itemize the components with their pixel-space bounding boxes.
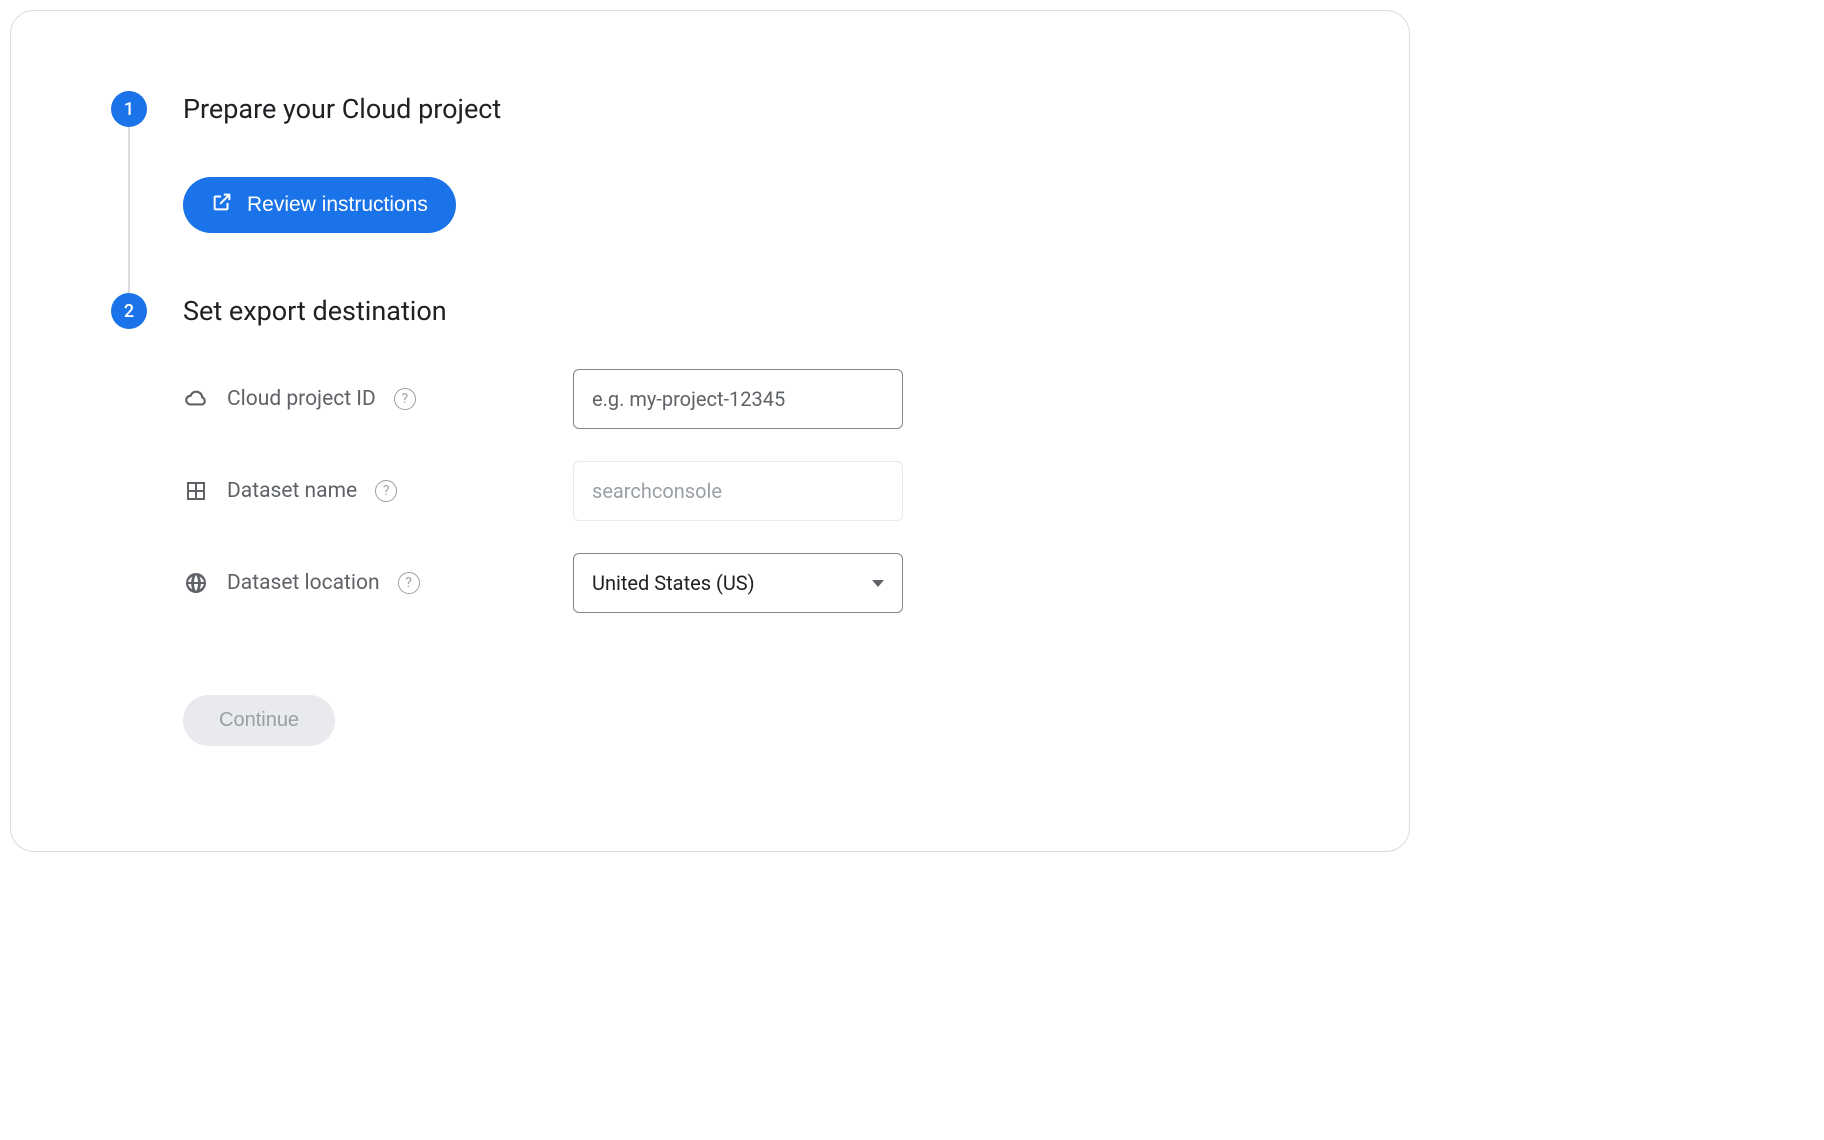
dataset-location-select[interactable]: United States (US)	[573, 553, 903, 613]
step-1: 1 Prepare your Cloud project Review inst…	[111, 91, 1309, 293]
grid-icon	[183, 478, 209, 504]
row-dataset-name: Dataset name ?	[183, 461, 1309, 521]
dataset-location-label: Dataset location	[227, 571, 380, 595]
review-instructions-button[interactable]: Review instructions	[183, 177, 456, 233]
step-2: 2 Set export destination Cloud project I…	[111, 293, 1309, 746]
review-instructions-label: Review instructions	[247, 193, 428, 217]
step-2-marker: 2	[111, 293, 147, 329]
help-icon[interactable]: ?	[375, 480, 397, 502]
help-icon[interactable]: ?	[394, 388, 416, 410]
help-icon[interactable]: ?	[398, 572, 420, 594]
setup-card: 1 Prepare your Cloud project Review inst…	[10, 10, 1410, 852]
dataset-name-input	[573, 461, 903, 521]
open-in-new-icon	[211, 191, 233, 219]
chevron-down-icon	[872, 580, 884, 587]
dataset-location-value: United States (US)	[592, 571, 755, 595]
row-project-id: Cloud project ID ?	[183, 369, 1309, 429]
row-dataset-location: Dataset location ? United States (US)	[183, 553, 1309, 613]
dataset-name-label: Dataset name	[227, 479, 357, 503]
cloud-icon	[183, 386, 209, 412]
continue-button: Continue	[183, 695, 335, 746]
step-2-title: Set export destination	[183, 293, 1309, 329]
project-id-label: Cloud project ID	[227, 387, 376, 411]
project-id-input[interactable]	[573, 369, 903, 429]
globe-icon	[183, 570, 209, 596]
step-1-marker: 1	[111, 91, 147, 127]
step-1-title: Prepare your Cloud project	[183, 91, 1309, 127]
